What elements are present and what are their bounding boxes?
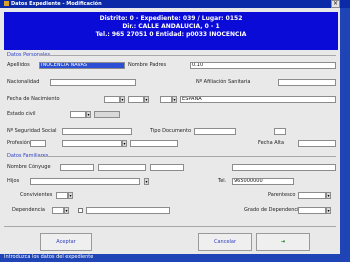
tipo-documento-input[interactable]	[194, 128, 236, 135]
afiliacion-input[interactable]	[278, 79, 336, 86]
convivientes-dropdown[interactable]: ▾	[68, 192, 73, 199]
telefono-label: Tel.	[218, 178, 227, 184]
expediente-header: Distrito: 0 - Expediente: 039 / Lugar: 0…	[4, 12, 338, 50]
header-line-3: Tel.: 965 27051 0 Entidad: p0033 INOCENC…	[95, 31, 247, 38]
conyuge-apellido-input[interactable]	[98, 164, 146, 171]
apellidos-label: Apellidos	[7, 62, 30, 68]
afiliacion-label: Nº Afiliación Sanitaria	[196, 79, 251, 85]
convivientes-label: Convivientes	[20, 192, 53, 198]
fecha-alta-input[interactable]	[298, 140, 336, 147]
buttons-divider	[4, 226, 336, 227]
fecha-nac-day-dropdown[interactable]: ▾	[120, 96, 125, 103]
window-title: Datos Expediente - Modificación	[11, 1, 102, 7]
conyuge-input[interactable]	[60, 164, 94, 171]
fecha-nac-month-dropdown[interactable]: ▾	[144, 96, 149, 103]
close-button[interactable]: ×	[331, 0, 340, 8]
status-bar-text: Introduzca los datos del expediente	[4, 254, 94, 260]
background-strip	[340, 8, 350, 262]
parentesco-label: Parentesco	[268, 192, 296, 198]
apellidos-input[interactable]: INOCENCIA NAVAS	[39, 62, 125, 69]
nacionalidad-input[interactable]	[50, 79, 136, 86]
profesion-code-input[interactable]	[30, 140, 46, 147]
dependencia-label: Dependencia	[12, 207, 45, 213]
fecha-nac-year[interactable]	[160, 96, 172, 103]
dependencia-checkbox[interactable]	[78, 208, 83, 213]
grado-dependencia-label: Grado de Dependencia	[244, 207, 302, 213]
header-line-2: Dir.: CALLE ANDALUCIA, 0 - 1	[122, 23, 220, 30]
conyuge-detalle-input[interactable]	[232, 164, 336, 171]
seguridad-social-input[interactable]	[62, 128, 132, 135]
convivientes-input[interactable]	[56, 192, 68, 199]
fecha-alta-label: Fecha Alta	[258, 140, 285, 146]
grado-dependencia-dropdown[interactable]: ▾	[326, 207, 331, 214]
dependencia-desc-input[interactable]	[86, 207, 170, 214]
telefono-input[interactable]: 965000000	[232, 178, 294, 185]
hijos-dropdown[interactable]: ▾	[144, 178, 149, 185]
documento-extra-input[interactable]	[274, 128, 286, 135]
fecha-nac-day[interactable]	[104, 96, 120, 103]
conyuge-extra-input[interactable]	[150, 164, 184, 171]
section-divider-2	[38, 156, 336, 157]
conyuge-label: Nombre Cónyuge	[7, 164, 51, 170]
app-icon	[4, 1, 9, 6]
fecha-nacimiento-label: Fecha de Nacimiento	[7, 96, 60, 102]
exit-button[interactable]: ⇥	[256, 233, 310, 251]
seguridad-social-label: Nº Seguridad Social	[7, 128, 57, 134]
exit-icon: ⇥	[280, 239, 286, 245]
estado-civil-dropdown[interactable]: ▾	[86, 111, 91, 118]
pais-dropdown[interactable]: ▾	[172, 96, 177, 103]
profesion-input[interactable]	[62, 140, 122, 147]
parentesco-dropdown[interactable]: ▾	[326, 192, 331, 199]
window-title-bar: Datos Expediente - Modificación	[0, 0, 350, 8]
fecha-nac-month[interactable]	[128, 96, 144, 103]
estado-civil-label: Estado civil	[7, 111, 36, 117]
accept-button[interactable]: Aceptar	[40, 233, 92, 251]
hijos-label: Hijos	[7, 178, 20, 184]
hijos-input[interactable]	[30, 178, 140, 185]
nombre-padres-label: Nombre Padres	[128, 62, 167, 68]
parentesco-input[interactable]	[298, 192, 326, 199]
section-divider	[40, 55, 336, 56]
profesion-desc-input[interactable]	[130, 140, 178, 147]
estado-civil-input[interactable]	[70, 111, 86, 118]
dependencia-dropdown[interactable]: ▾	[64, 207, 69, 214]
grado-dependencia-input[interactable]	[298, 207, 326, 214]
pais-input[interactable]: ESPAÑA	[180, 96, 336, 103]
profesion-dropdown[interactable]: ▾	[122, 140, 127, 147]
estado-civil-desc	[94, 111, 120, 118]
cancel-button[interactable]: Cancelar	[198, 233, 252, 251]
tipo-documento-label: Tipo Documento	[150, 128, 192, 134]
profesion-label: Profesión	[7, 140, 30, 146]
header-line-1: Distrito: 0 - Expediente: 039 / Lugar: 0…	[99, 15, 243, 22]
dependencia-input[interactable]	[52, 207, 64, 214]
nombre-padres-input[interactable]: 0.10	[190, 62, 336, 69]
nacionalidad-label: Nacionalidad	[7, 79, 40, 85]
